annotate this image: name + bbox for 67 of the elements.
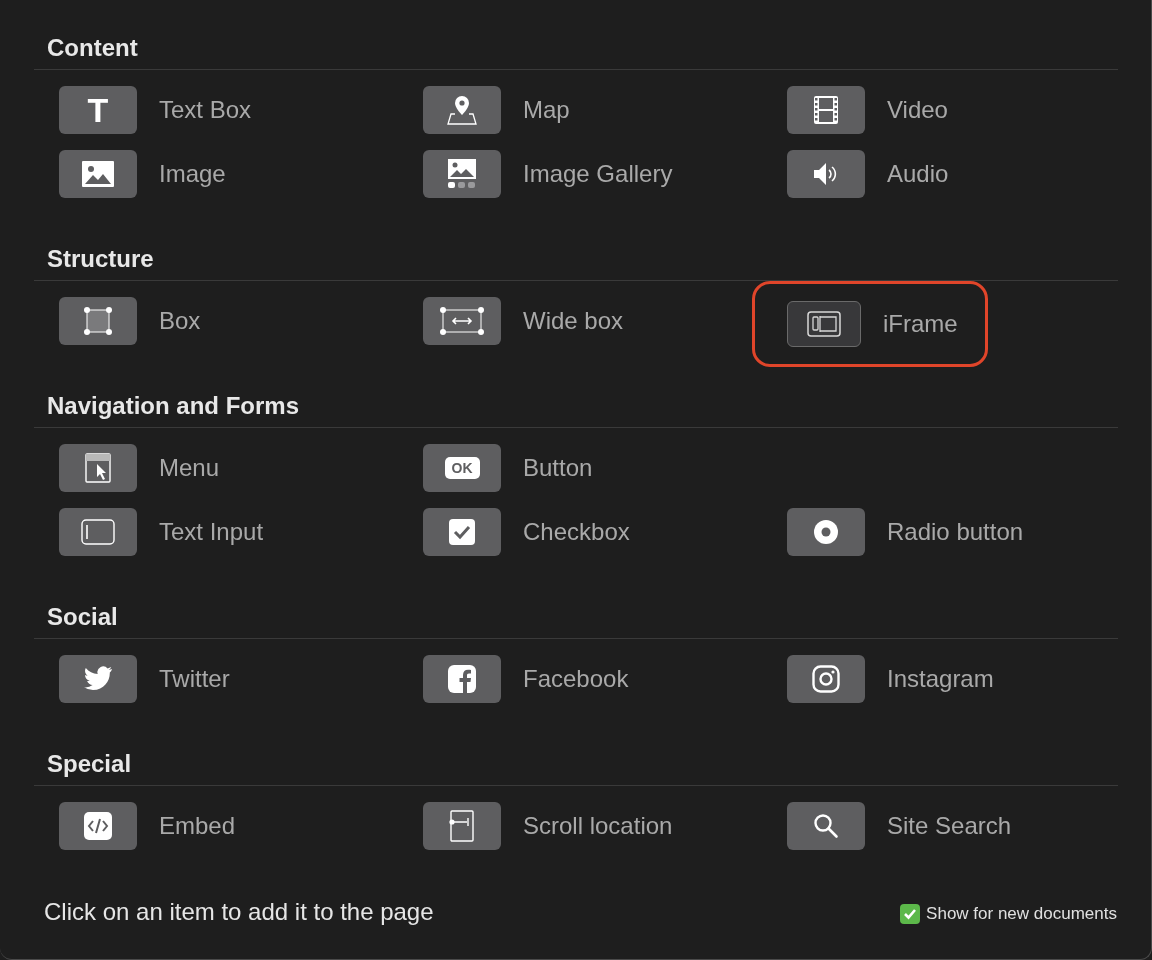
element-label[interactable]: Text Box bbox=[159, 92, 252, 128]
element-label[interactable]: Site Search bbox=[887, 808, 1012, 844]
section-heading: Content bbox=[46, 33, 139, 63]
element-button[interactable] bbox=[59, 655, 137, 703]
section-heading: Social bbox=[46, 602, 119, 632]
element-label[interactable]: Image Gallery bbox=[523, 156, 673, 192]
ok-icon: OK bbox=[444, 457, 480, 479]
element-label[interactable]: Image bbox=[159, 156, 226, 192]
element-label[interactable]: Map bbox=[523, 92, 570, 128]
element-button[interactable] bbox=[787, 508, 865, 556]
section-heading: Navigation and Forms bbox=[46, 391, 301, 421]
radio-icon bbox=[813, 519, 839, 545]
search-icon bbox=[813, 813, 839, 839]
element-button[interactable] bbox=[787, 300, 861, 347]
element-button[interactable] bbox=[787, 655, 865, 703]
hint-text: Click on an item to add it to the page bbox=[44, 897, 434, 927]
element-label[interactable]: Button bbox=[523, 450, 593, 486]
element-button[interactable] bbox=[59, 150, 137, 198]
element-label[interactable]: Twitter bbox=[159, 661, 230, 697]
element-button[interactable] bbox=[787, 150, 865, 198]
wide-box-icon bbox=[439, 306, 485, 336]
element-label[interactable]: Text Input bbox=[159, 514, 264, 550]
checkbox-icon bbox=[449, 519, 475, 545]
element-button[interactable]: OK bbox=[423, 444, 501, 492]
element-label[interactable]: Scroll location bbox=[523, 808, 673, 844]
element-label[interactable]: Video bbox=[887, 92, 948, 128]
element-button[interactable] bbox=[423, 297, 501, 345]
element-button[interactable] bbox=[787, 802, 865, 850]
element-button[interactable] bbox=[59, 508, 137, 556]
show-checkbox-label[interactable]: Show for new documents bbox=[926, 901, 1117, 927]
show-checkbox[interactable] bbox=[900, 904, 921, 924]
element-label[interactable]: Wide box bbox=[523, 303, 624, 339]
element-label[interactable]: Radio button bbox=[887, 514, 1024, 550]
element-label[interactable]: Menu bbox=[159, 450, 220, 486]
element-button[interactable] bbox=[423, 150, 501, 198]
picture-icon bbox=[82, 161, 114, 187]
code-icon bbox=[84, 812, 112, 840]
scroll-marker-icon bbox=[449, 810, 475, 842]
map-pin-icon bbox=[447, 94, 477, 126]
element-label[interactable]: Box bbox=[159, 303, 201, 339]
element-label[interactable]: iFrame bbox=[883, 305, 958, 342]
element-label[interactable]: Checkbox bbox=[523, 514, 630, 550]
element-button[interactable] bbox=[423, 86, 501, 134]
element-label[interactable]: Embed bbox=[159, 808, 236, 844]
section-heading: Structure bbox=[46, 244, 155, 274]
element-button[interactable] bbox=[423, 802, 501, 850]
gallery-icon bbox=[447, 159, 477, 189]
element-button[interactable] bbox=[423, 508, 501, 556]
frame-icon bbox=[807, 310, 841, 337]
element-label[interactable]: Audio bbox=[887, 156, 949, 192]
element-button[interactable]: T bbox=[59, 86, 137, 134]
camera-logo-icon bbox=[812, 665, 840, 693]
menu-icon bbox=[85, 453, 111, 483]
element-button[interactable] bbox=[423, 655, 501, 703]
element-button[interactable] bbox=[59, 297, 137, 345]
element-label[interactable]: Facebook bbox=[523, 661, 629, 697]
section-heading: Special bbox=[46, 749, 133, 779]
facebook-logo-icon bbox=[448, 665, 476, 693]
bird-icon bbox=[83, 666, 113, 692]
element-button[interactable] bbox=[59, 444, 137, 492]
element-button[interactable] bbox=[59, 802, 137, 850]
text-input-icon bbox=[81, 519, 115, 545]
text-icon: T bbox=[87, 93, 109, 127]
film-strip-icon bbox=[813, 95, 839, 125]
box-icon bbox=[83, 306, 113, 336]
element-button[interactable] bbox=[787, 86, 865, 134]
element-label[interactable]: Instagram bbox=[887, 661, 994, 697]
